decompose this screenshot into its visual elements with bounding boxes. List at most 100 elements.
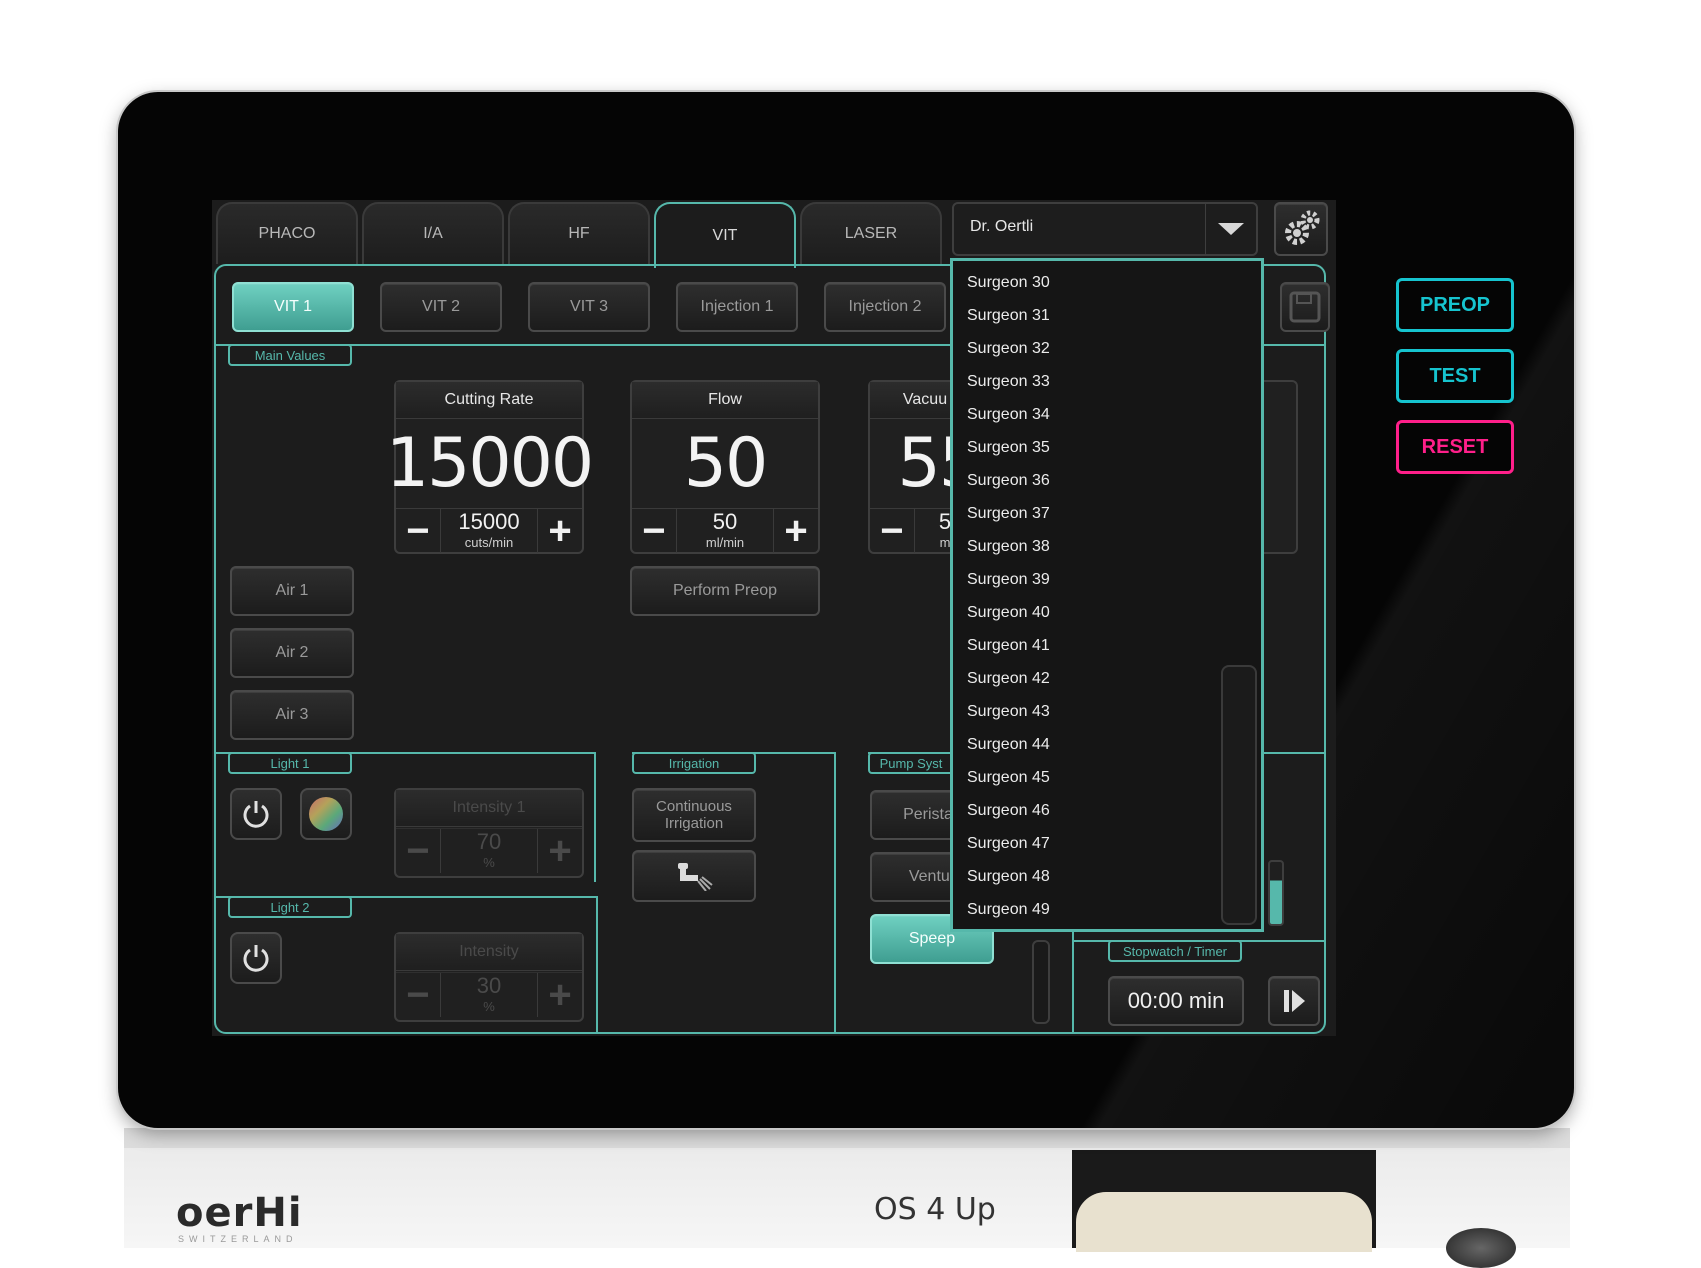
intensity1-value: 70 xyxy=(476,829,502,854)
irrigation-tap-button[interactable] xyxy=(632,850,756,902)
cutting-rate-setpoint: 15000 xyxy=(458,509,520,534)
model-name: OS 4 Up xyxy=(874,1192,996,1227)
vacuum-minus-button[interactable]: − xyxy=(870,509,915,553)
list-item[interactable]: Surgeon 36 xyxy=(967,464,1050,497)
level-indicator xyxy=(1268,860,1284,926)
timer-play-button[interactable] xyxy=(1268,976,1320,1026)
power-icon xyxy=(243,801,269,828)
list-item[interactable]: Surgeon 43 xyxy=(967,695,1050,728)
surgeon-selected: Dr. Oertli xyxy=(970,218,1034,235)
scrollbar-thumb[interactable] xyxy=(1221,665,1257,925)
pump-level-slider[interactable] xyxy=(1032,940,1050,1024)
list-item[interactable]: Surgeon 33 xyxy=(967,365,1050,398)
air3-button[interactable]: Air 3 xyxy=(230,690,354,740)
cutting-rate-value: 15000 xyxy=(385,423,594,503)
intensity1-plus-button[interactable]: + xyxy=(537,829,582,873)
subtab-injection1[interactable]: Injection 1 xyxy=(676,282,798,332)
list-item[interactable]: Surgeon 48 xyxy=(967,860,1050,893)
subtab-vit2[interactable]: VIT 2 xyxy=(380,282,502,332)
list-item[interactable]: Surgeon 44 xyxy=(967,728,1050,761)
list-item[interactable]: Surgeon 42 xyxy=(967,662,1050,695)
intensity1-minus-button[interactable]: − xyxy=(396,829,441,873)
intensity1-unit: % xyxy=(483,855,495,870)
save-button[interactable] xyxy=(1280,282,1330,332)
list-item[interactable]: Surgeon 40 xyxy=(967,596,1050,629)
list-item[interactable]: Surgeon 38 xyxy=(967,530,1050,563)
list-item[interactable]: Surgeon 34 xyxy=(967,398,1050,431)
intensity1-title: Intensity 1 xyxy=(396,790,582,827)
air2-button[interactable]: Air 2 xyxy=(230,628,354,678)
flow-unit: ml/min xyxy=(705,535,745,550)
tab-ia[interactable]: I/A xyxy=(362,202,504,264)
subtab-injection2[interactable]: Injection 2 xyxy=(824,282,946,332)
intensity2-minus-button[interactable]: − xyxy=(396,973,441,1017)
tab-phaco[interactable]: PHACO xyxy=(216,202,358,264)
reset-button[interactable]: RESET xyxy=(1396,420,1514,474)
flow-plus-button[interactable]: + xyxy=(773,509,818,553)
timer-display[interactable]: 00:00 min xyxy=(1108,976,1244,1026)
color-wheel-icon xyxy=(309,797,343,831)
list-item[interactable]: Surgeon 47 xyxy=(967,827,1050,860)
list-item[interactable]: Surgeon 31 xyxy=(967,299,1050,332)
tab-label: LASER xyxy=(844,225,898,242)
list-item[interactable]: Surgeon 32 xyxy=(967,332,1050,365)
intensity1-card: Intensity 1 − 70 % + xyxy=(394,788,584,878)
flow-card: Flow 50 − 50 ml/min + xyxy=(630,380,820,554)
list-item[interactable]: Surgeon 49 xyxy=(967,893,1050,926)
preop-button[interactable]: PREOP xyxy=(1396,278,1514,332)
settings-button[interactable] xyxy=(1274,202,1328,256)
device-base-strip xyxy=(124,1128,1570,1148)
list-item[interactable]: Surgeon 39 xyxy=(967,563,1050,596)
list-item[interactable]: Surgeon 45 xyxy=(967,761,1050,794)
divider xyxy=(594,752,596,882)
subtab-vit1[interactable]: VIT 1 xyxy=(232,282,354,332)
air1-button[interactable]: Air 1 xyxy=(230,566,354,616)
play-icon xyxy=(1284,990,1305,1012)
list-item[interactable]: Surgeon 37 xyxy=(967,497,1050,530)
list-item[interactable]: Surgeon 41 xyxy=(967,629,1050,662)
flow-title: Flow xyxy=(632,382,818,419)
cutting-rate-unit: cuts/min xyxy=(464,535,514,550)
brand-subtitle: SWITZERLAND xyxy=(178,1234,298,1244)
cutting-rate-plus-button[interactable]: + xyxy=(537,509,582,553)
gear-icon xyxy=(1285,210,1320,245)
section-light2: Light 2 xyxy=(228,896,352,918)
brand-logo: oerHi xyxy=(176,1190,303,1236)
list-item[interactable]: Surgeon 46 xyxy=(967,794,1050,827)
test-button[interactable]: TEST xyxy=(1396,349,1514,403)
divider xyxy=(834,752,836,1034)
cutting-rate-card: Cutting Rate 15000 − 15000 cuts/min + xyxy=(385,380,594,554)
surgeon-select[interactable]: Dr. Oertli xyxy=(952,202,1258,256)
light1-color-button[interactable] xyxy=(300,788,352,840)
section-irrigation: Irrigation xyxy=(632,752,756,774)
subtab-vit3[interactable]: VIT 3 xyxy=(528,282,650,332)
chevron-down-icon[interactable] xyxy=(1205,204,1256,254)
tab-hf[interactable]: HF xyxy=(508,202,650,264)
section-pump-system: Pump Syst xyxy=(868,752,954,774)
intensity2-card: Intensity − 30 % + xyxy=(394,932,584,1022)
intensity2-title: Intensity xyxy=(396,934,582,971)
light2-power-button[interactable] xyxy=(230,932,282,984)
perform-preop-button[interactable]: Perform Preop xyxy=(630,566,820,616)
section-light1: Light 1 xyxy=(228,752,352,774)
tab-laser[interactable]: LASER xyxy=(800,202,942,264)
list-item[interactable]: Surgeon 35 xyxy=(967,431,1050,464)
flow-setpoint: 50 xyxy=(712,509,738,534)
save-icon xyxy=(1289,291,1321,323)
light1-power-button[interactable] xyxy=(230,788,282,840)
continuous-irrigation-button[interactable]: Continuous Irrigation xyxy=(632,788,756,842)
surgeon-dropdown-list: Surgeon 30 Surgeon 31 Surgeon 32 Surgeon… xyxy=(950,258,1264,932)
list-item[interactable]: Surgeon 30 xyxy=(967,266,1050,299)
tab-label: HF xyxy=(568,225,590,242)
intensity2-unit: % xyxy=(483,999,495,1014)
tab-label: VIT xyxy=(712,227,738,244)
tab-label: I/A xyxy=(423,225,443,242)
cutting-rate-minus-button[interactable]: − xyxy=(396,509,441,553)
cutting-rate-title: Cutting Rate xyxy=(396,382,582,419)
flow-minus-button[interactable]: − xyxy=(632,509,677,553)
intensity2-plus-button[interactable]: + xyxy=(537,973,582,1017)
section-stopwatch: Stopwatch / Timer xyxy=(1108,940,1242,962)
section-main-values: Main Values xyxy=(228,344,352,366)
tab-label: PHACO xyxy=(258,225,316,242)
tab-vit[interactable]: VIT xyxy=(654,202,796,268)
